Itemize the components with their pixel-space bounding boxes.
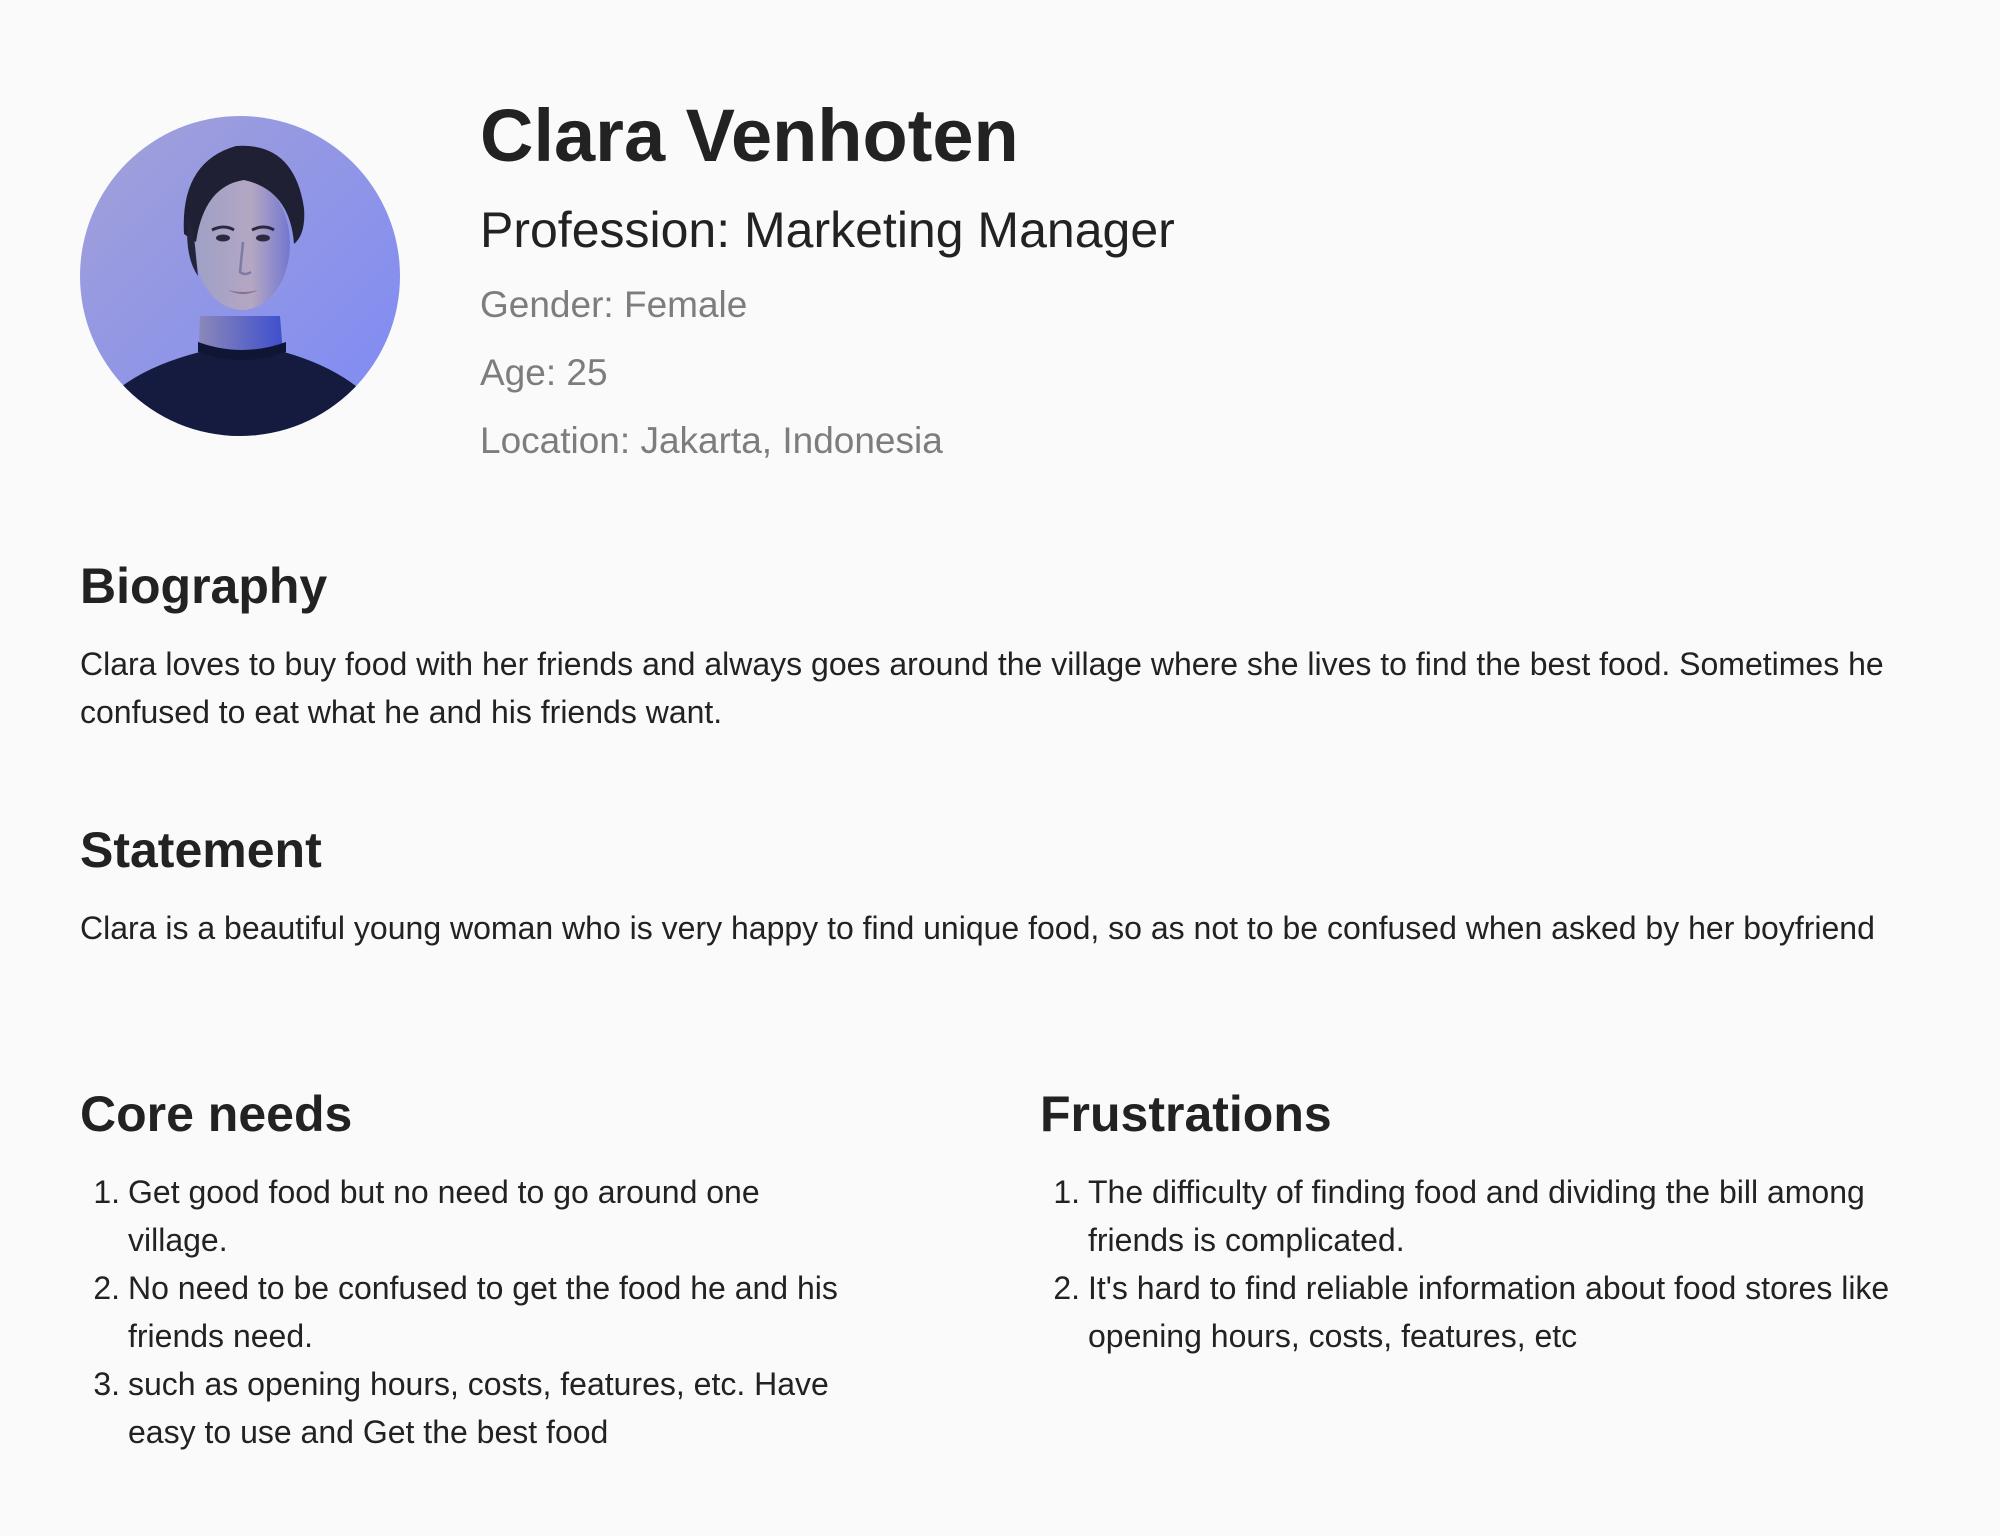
persona-profession: Profession: Marketing Manager xyxy=(480,202,1175,258)
list-item-text: Get good food but no need to go around o… xyxy=(128,1174,760,1258)
persona-gender: Gender: Female xyxy=(480,284,748,325)
persona-age: Age: 25 xyxy=(480,352,608,393)
profile-photo xyxy=(80,116,400,436)
persona-location: Location: Jakarta, Indonesia xyxy=(480,420,943,461)
biography-text: Clara loves to buy food with her friends… xyxy=(80,646,1884,730)
list-item: 1. The difficulty of finding food and di… xyxy=(1040,1168,1920,1264)
list-item: 2. It's hard to find reliable informatio… xyxy=(1040,1264,1920,1360)
list-number: 3. xyxy=(93,1366,120,1402)
list-item: 1. Get good food but no need to go aroun… xyxy=(80,1168,860,1264)
core-needs-list: 1. Get good food but no need to go aroun… xyxy=(80,1168,860,1456)
list-number: 2. xyxy=(93,1270,120,1306)
frustrations-heading: Frustrations xyxy=(1040,1086,1332,1142)
list-item: 2. No need to be confused to get the foo… xyxy=(80,1264,860,1360)
list-item-text: It's hard to find reliable information a… xyxy=(1088,1270,1890,1354)
list-number: 1. xyxy=(93,1174,120,1210)
frustrations-list: 1. The difficulty of finding food and di… xyxy=(1040,1168,1920,1360)
statement-text: Clara is a beautiful young woman who is … xyxy=(80,910,1875,946)
list-number: 2. xyxy=(1053,1270,1080,1306)
list-item: 3. such as opening hours, costs, feature… xyxy=(80,1360,860,1456)
biography-heading: Biography xyxy=(80,558,328,614)
list-item-text: such as opening hours, costs, features, … xyxy=(128,1366,829,1450)
persona-name: Clara Venhoten xyxy=(480,94,1019,177)
list-item-text: No need to be confused to get the food h… xyxy=(128,1270,838,1354)
core-needs-heading: Core needs xyxy=(80,1086,353,1142)
statement-heading: Statement xyxy=(80,822,322,878)
list-item-text: The difficulty of finding food and divid… xyxy=(1088,1174,1865,1258)
list-number: 1. xyxy=(1053,1174,1080,1210)
